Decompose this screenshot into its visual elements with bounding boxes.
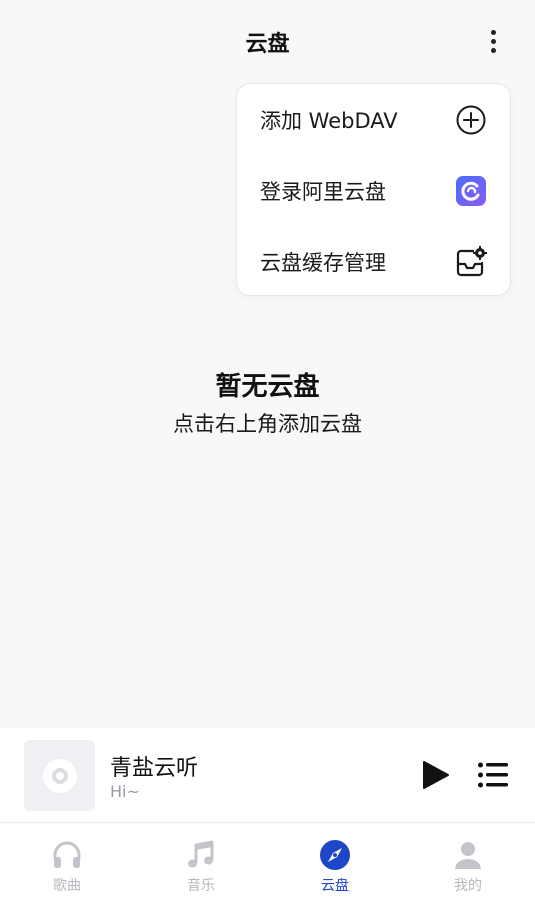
dropdown-menu: 添加 WebDAV 登录阿里云盘 云盘缓存管理 xyxy=(236,83,511,296)
playlist-button[interactable] xyxy=(477,760,509,790)
tab-label: 我的 xyxy=(454,878,482,894)
headphones-icon xyxy=(51,839,83,871)
more-icon-dot xyxy=(490,47,496,53)
tab-songs[interactable]: 歌曲 xyxy=(0,824,134,915)
album-cover[interactable] xyxy=(24,740,95,811)
page-title: 云盘 xyxy=(245,32,290,57)
tab-label: 云盘 xyxy=(321,878,349,894)
tab-label: 音乐 xyxy=(187,878,215,894)
person-icon xyxy=(452,839,484,871)
song-title: 青盐云听 xyxy=(110,756,199,781)
empty-state-subtitle: 点击右上角添加云盘 xyxy=(173,412,362,436)
plus-circle-icon xyxy=(454,103,488,137)
tab-music[interactable]: 音乐 xyxy=(134,824,268,915)
app-header: 云盘 xyxy=(0,0,535,82)
menu-item-login-aliyun[interactable]: 登录阿里云盘 xyxy=(237,155,510,226)
aliyun-drive-icon xyxy=(454,174,488,208)
play-button[interactable] xyxy=(418,758,452,792)
bottom-tab-bar: 歌曲 音乐 云盘 我的 xyxy=(0,824,535,915)
menu-item-label: 登录阿里云盘 xyxy=(260,179,386,204)
disc-icon xyxy=(42,758,77,793)
more-options-button[interactable] xyxy=(478,26,508,56)
music-note-icon xyxy=(185,839,217,871)
empty-state-title: 暂无云盘 xyxy=(215,372,320,402)
compass-icon xyxy=(319,839,351,871)
menu-item-label: 云盘缓存管理 xyxy=(260,250,386,275)
empty-state: 暂无云盘 点击右上角添加云盘 xyxy=(0,368,535,442)
play-icon xyxy=(423,761,449,789)
list-icon xyxy=(478,762,508,788)
tab-mine[interactable]: 我的 xyxy=(401,824,535,915)
tab-cloud-drive[interactable]: 云盘 xyxy=(268,824,402,915)
song-subtitle: Hi~ xyxy=(110,782,140,801)
menu-item-label: 添加 WebDAV xyxy=(260,108,398,133)
tab-label: 歌曲 xyxy=(53,878,81,894)
more-icon-dot xyxy=(490,38,496,44)
menu-item-add-webdav[interactable]: 添加 WebDAV xyxy=(237,84,510,155)
more-icon-dot xyxy=(490,29,496,35)
cache-settings-icon xyxy=(454,245,488,279)
menu-item-cache-management[interactable]: 云盘缓存管理 xyxy=(237,226,510,297)
mini-player[interactable]: 青盐云听 Hi~ xyxy=(0,728,535,823)
